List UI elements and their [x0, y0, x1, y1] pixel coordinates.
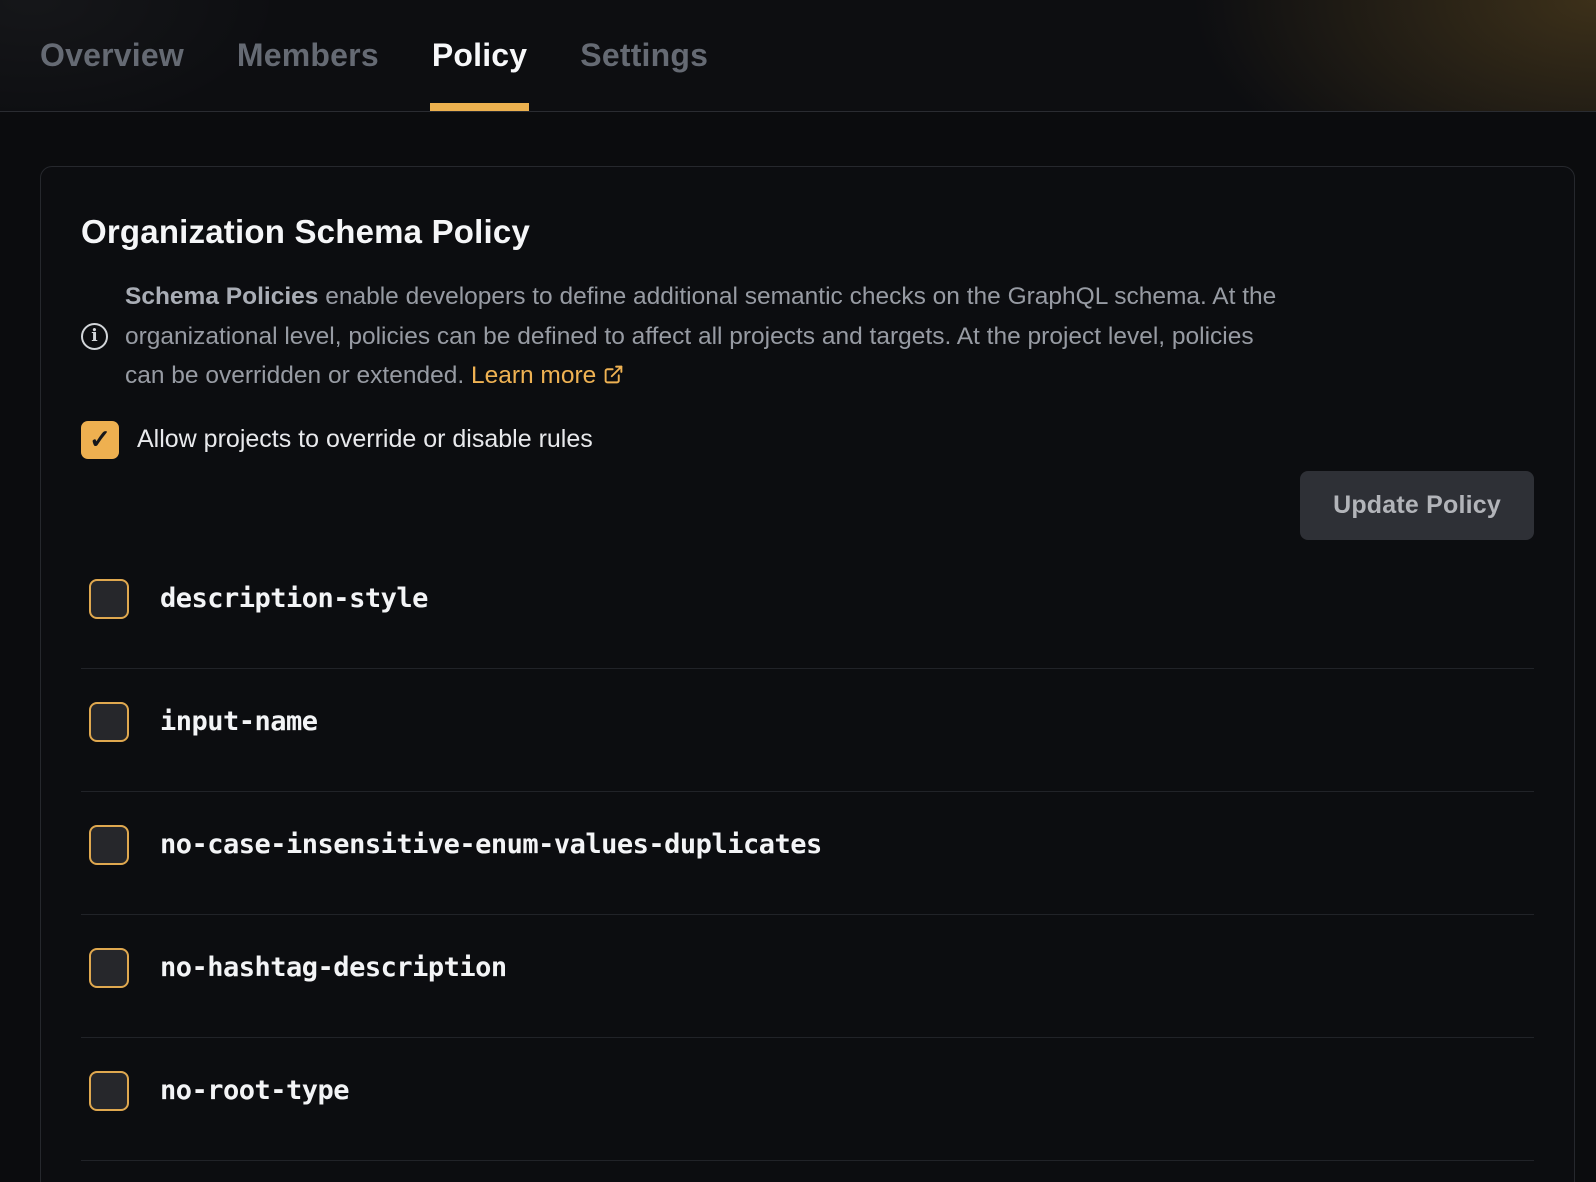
update-policy-button[interactable]: Update Policy	[1300, 471, 1534, 540]
learn-more-link[interactable]: Learn more	[471, 362, 624, 389]
rule-row-no-root-type: no-root-type	[81, 1038, 1534, 1161]
rule-checkbox[interactable]	[89, 948, 129, 988]
policy-description-bold: Schema Policies	[125, 283, 318, 310]
allow-override-checkbox[interactable]: ✓	[81, 421, 119, 459]
external-link-icon	[603, 364, 624, 385]
rule-checkbox[interactable]	[89, 702, 129, 742]
actions-row: Update Policy	[81, 471, 1534, 540]
tab-policy-label: Policy	[432, 37, 527, 74]
policy-description: Schema Policies enable developers to def…	[125, 277, 1276, 396]
tab-settings[interactable]: Settings	[580, 0, 708, 111]
rule-checkbox[interactable]	[89, 825, 129, 865]
rule-row-no-hashtag-description: no-hashtag-description	[81, 915, 1534, 1038]
rule-row-input-name: input-name	[81, 669, 1534, 792]
rule-name: no-case-insensitive-enum-values-duplicat…	[160, 829, 822, 860]
rule-name: description-style	[160, 583, 428, 614]
tab-bar: Overview Members Policy Settings	[0, 0, 1596, 112]
tab-overview[interactable]: Overview	[40, 0, 184, 111]
rule-row-description-style: description-style	[81, 546, 1534, 669]
rule-name: no-hashtag-description	[160, 952, 507, 983]
rule-checkbox[interactable]	[89, 1071, 129, 1111]
info-icon: i	[81, 323, 108, 350]
active-tab-indicator	[430, 103, 529, 111]
learn-more-label: Learn more	[471, 362, 596, 389]
schema-policy-card: Organization Schema Policy i Schema Poli…	[40, 166, 1575, 1182]
tab-policy[interactable]: Policy	[432, 0, 527, 111]
allow-override-label: Allow projects to override or disable ru…	[137, 425, 593, 454]
rule-name: input-name	[160, 706, 318, 737]
policy-description-line-1: Schema Policies enable developers to def…	[125, 277, 1276, 317]
policy-description-line-3: can be overridden or extended. Learn mor…	[125, 356, 1276, 396]
rule-name: no-root-type	[160, 1075, 349, 1106]
policy-page: Organization Schema Policy i Schema Poli…	[0, 166, 1596, 1182]
tab-members-label: Members	[237, 37, 379, 74]
policy-description-line-2: organizational level, policies can be de…	[125, 317, 1276, 357]
policy-description-line-1-rest: enable developers to define additional s…	[325, 283, 1276, 310]
rule-checkbox[interactable]	[89, 579, 129, 619]
allow-override-row[interactable]: ✓ Allow projects to override or disable …	[81, 421, 593, 459]
tab-overview-label: Overview	[40, 37, 184, 74]
tab-members[interactable]: Members	[237, 0, 379, 111]
page-title: Organization Schema Policy	[81, 213, 1534, 251]
tab-settings-label: Settings	[580, 37, 708, 74]
policy-description-line-3-text: can be overridden or extended.	[125, 362, 464, 389]
policy-info-callout: i Schema Policies enable developers to d…	[81, 277, 1534, 396]
rules-list: description-style input-name no-case-ins…	[81, 546, 1534, 1161]
rule-row-no-case-insensitive-enum-values-duplicates: no-case-insensitive-enum-values-duplicat…	[81, 792, 1534, 915]
